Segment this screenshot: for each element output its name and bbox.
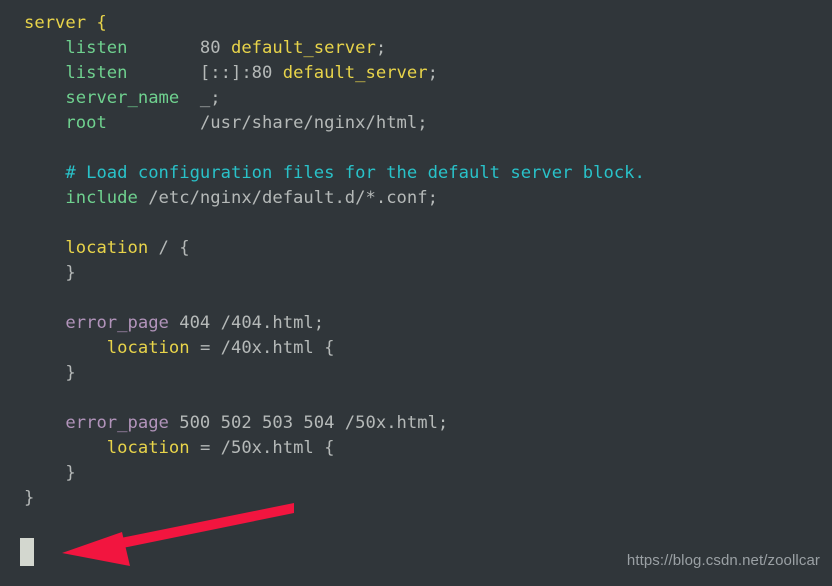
code-line: server { bbox=[24, 11, 645, 36]
code-token: [::]:80 bbox=[127, 63, 283, 83]
terminal-cursor-block bbox=[20, 538, 34, 566]
code-token: ; bbox=[427, 63, 438, 83]
arrow-shape bbox=[62, 503, 294, 566]
code-token: = /40x.html { bbox=[189, 338, 335, 358]
code-line: root /usr/share/nginx/html; bbox=[24, 111, 645, 136]
code-line: include /etc/nginx/default.d/*.conf; bbox=[24, 186, 645, 211]
code-line: server_name _; bbox=[24, 86, 645, 111]
code-token: server_name bbox=[65, 88, 180, 108]
code-token: } bbox=[65, 263, 76, 283]
code-token: location bbox=[106, 338, 190, 358]
code-token: } bbox=[24, 488, 35, 508]
code-line: listen [::]:80 default_server; bbox=[24, 61, 645, 86]
code-token: /etc/nginx/default.d/*.conf; bbox=[137, 188, 438, 208]
code-token: listen bbox=[65, 63, 128, 83]
code-line: listen 80 default_server; bbox=[24, 36, 645, 61]
code-token: include bbox=[65, 188, 138, 208]
code-token: _; bbox=[179, 88, 221, 108]
code-token: = /50x.html { bbox=[189, 438, 335, 458]
code-line: location / { bbox=[24, 236, 645, 261]
code-token: ; bbox=[375, 38, 387, 58]
code-line: error_page 500 502 503 504 /50x.html; bbox=[24, 411, 645, 436]
terminal-window: server { listen 80 default_server; liste… bbox=[0, 0, 832, 586]
code-token: error_page bbox=[65, 413, 169, 433]
code-token: /usr/share/nginx/html; bbox=[106, 113, 428, 133]
code-line: } bbox=[24, 461, 645, 486]
nginx-config-code[interactable]: server { listen 80 default_server; liste… bbox=[24, 11, 645, 511]
code-token: # Load configuration files for the defau… bbox=[65, 163, 645, 183]
code-token: location bbox=[65, 238, 149, 258]
code-line: } bbox=[24, 261, 645, 286]
code-line: error_page 404 /404.html; bbox=[24, 311, 645, 336]
code-token: error_page bbox=[65, 313, 169, 333]
code-token: / { bbox=[148, 238, 190, 258]
code-token: location bbox=[106, 438, 190, 458]
code-token: default_server bbox=[230, 38, 376, 58]
code-token: 404 /404.html; bbox=[168, 313, 325, 333]
code-token: } bbox=[65, 463, 76, 483]
code-line: # Load configuration files for the defau… bbox=[24, 161, 645, 186]
code-line: location = /40x.html { bbox=[24, 336, 645, 361]
code-token: default_server bbox=[282, 63, 428, 83]
code-token: listen bbox=[65, 38, 128, 58]
code-line: } bbox=[24, 361, 645, 386]
code-token: } bbox=[65, 363, 76, 383]
code-line: } bbox=[24, 486, 645, 511]
code-token: root bbox=[65, 113, 107, 133]
code-token: server { bbox=[24, 13, 107, 33]
code-line: location = /50x.html { bbox=[24, 436, 645, 461]
code-token: 80 bbox=[127, 38, 231, 58]
csdn-watermark: https://blog.csdn.net/zoollcar bbox=[626, 552, 820, 569]
code-token: 500 502 503 504 /50x.html; bbox=[168, 413, 449, 433]
arrow-head bbox=[62, 532, 130, 566]
